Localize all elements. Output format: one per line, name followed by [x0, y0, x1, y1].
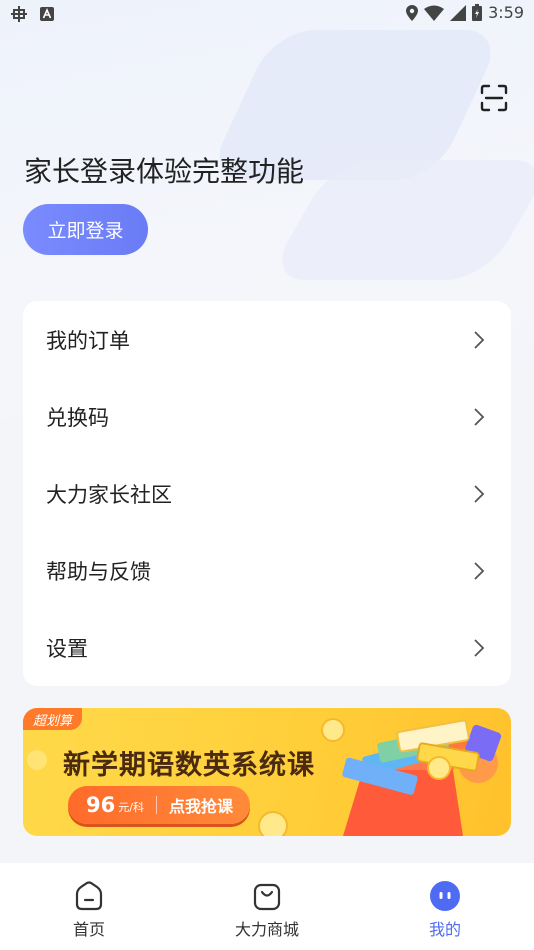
- wifi-icon: [424, 5, 445, 21]
- tab-label: 我的: [428, 920, 461, 939]
- tab-store[interactable]: 大力商城: [178, 863, 356, 950]
- scan-icon: [480, 84, 508, 112]
- profile-face-icon: [430, 881, 460, 911]
- scan-button[interactable]: [478, 82, 510, 114]
- location-icon: [406, 4, 419, 21]
- tab-home[interactable]: 首页: [0, 863, 178, 950]
- menu-item-help-feedback[interactable]: 帮助与反馈: [23, 532, 511, 609]
- chevron-right-icon: [474, 408, 485, 426]
- battery-icon: [472, 4, 483, 21]
- banner-price-pill[interactable]: 96 元/科 点我抢课: [68, 786, 250, 824]
- signal-icon: [450, 4, 467, 21]
- home-icon: [75, 881, 103, 911]
- menu-item-label: 大力家长社区: [46, 482, 172, 507]
- banner-cta: 点我抢课: [168, 797, 233, 816]
- chevron-right-icon: [474, 639, 485, 657]
- shopping-bag-icon: [253, 883, 281, 911]
- menu-item-label: 我的订单: [46, 328, 130, 353]
- status-bar: 3:59: [0, 0, 534, 28]
- chevron-right-icon: [474, 485, 485, 503]
- tab-label: 大力商城: [234, 920, 299, 939]
- menu-item-label: 兑换码: [46, 405, 109, 430]
- pill-divider: [155, 796, 157, 814]
- menu-item-label: 设置: [46, 636, 88, 661]
- notification-a-icon: [40, 7, 54, 21]
- banner-price: 96: [86, 793, 116, 817]
- menu-card: 我的订单 兑换码 大力家长社区 帮助与反馈 设置: [23, 301, 511, 686]
- menu-item-settings[interactable]: 设置: [23, 609, 511, 686]
- bug-icon: [11, 6, 27, 22]
- banner-tag: 超划算: [23, 708, 83, 730]
- menu-item-redeem-code[interactable]: 兑换码: [23, 378, 511, 455]
- banner-title: 新学期语数英系统课: [63, 750, 315, 781]
- page-title: 家长登录体验完整功能: [24, 155, 305, 188]
- chevron-right-icon: [474, 331, 485, 349]
- login-button[interactable]: 立即登录: [23, 204, 148, 255]
- chevron-right-icon: [474, 562, 485, 580]
- status-time: 3:59: [488, 3, 524, 22]
- promo-banner[interactable]: 超划算 新学期语数英系统课 96 元/科 点我抢课: [23, 708, 511, 836]
- banner-price-unit: 元/科: [118, 801, 144, 814]
- menu-item-parent-community[interactable]: 大力家长社区: [23, 455, 511, 532]
- tab-label: 首页: [72, 920, 105, 939]
- bottom-tab-bar: 首页 大力商城 我的: [0, 863, 534, 950]
- tab-me[interactable]: 我的: [356, 863, 534, 950]
- menu-item-label: 帮助与反馈: [46, 559, 151, 584]
- menu-item-orders[interactable]: 我的订单: [23, 301, 511, 378]
